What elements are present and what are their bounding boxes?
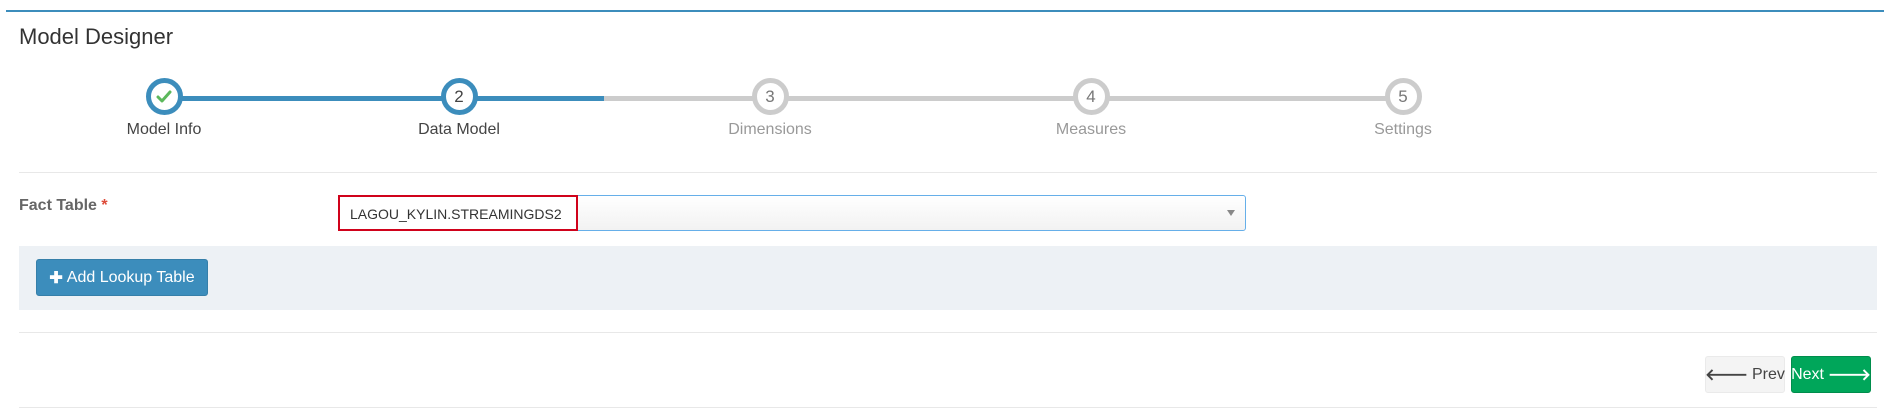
- fact-table-label-text: Fact Table: [19, 197, 97, 214]
- step-circle: 4: [1072, 78, 1110, 115]
- model-designer-panel: Model Designer Model Info 2 Data Model 3…: [6, 10, 1884, 408]
- step-label: Dimensions: [728, 121, 812, 138]
- next-button[interactable]: Next 🡒: [1791, 356, 1871, 393]
- lookup-tables-area: ✚ Add Lookup Table: [19, 246, 1877, 310]
- step-circle: 2: [440, 78, 478, 115]
- wizard-step-measures[interactable]: 4 Measures: [981, 78, 1201, 139]
- next-label: Next: [1791, 365, 1824, 383]
- fact-table-select[interactable]: LAGOU_KYLIN.STREAMINGDS2: [338, 195, 1246, 231]
- step-circle: 3: [751, 78, 789, 115]
- check-icon: [156, 90, 172, 102]
- divider: [19, 332, 1877, 333]
- step-circle: [145, 78, 183, 115]
- divider: [19, 172, 1877, 173]
- required-mark: *: [101, 197, 108, 214]
- wizard-step-dimensions[interactable]: 3 Dimensions: [660, 78, 880, 139]
- fact-table-label: Fact Table *: [19, 197, 108, 215]
- step-label: Model Info: [126, 121, 202, 138]
- step-label: Measures: [1055, 121, 1127, 138]
- add-lookup-table-label: Add Lookup Table: [66, 268, 195, 286]
- chevron-down-icon: [1227, 210, 1235, 216]
- fact-table-selected-value: LAGOU_KYLIN.STREAMINGDS2: [338, 195, 578, 231]
- arrow-left-icon: 🡐: [1705, 367, 1748, 384]
- step-circle: 5: [1384, 78, 1422, 115]
- step-label: Data Model: [418, 121, 500, 138]
- wizard-steps: Model Info 2 Data Model 3 Dimensions 4 M…: [6, 12, 1884, 172]
- arrow-right-icon: 🡒: [1828, 367, 1871, 384]
- prev-label: Prev: [1752, 365, 1785, 383]
- add-lookup-table-button[interactable]: ✚ Add Lookup Table: [36, 259, 208, 296]
- prev-button[interactable]: 🡐 Prev: [1705, 356, 1785, 393]
- wizard-step-settings[interactable]: 5 Settings: [1293, 78, 1513, 139]
- wizard-step-model-info[interactable]: Model Info: [54, 78, 274, 139]
- wizard-step-data-model[interactable]: 2 Data Model: [349, 78, 569, 139]
- step-label: Settings: [1374, 121, 1432, 138]
- plus-icon: ✚: [49, 269, 63, 287]
